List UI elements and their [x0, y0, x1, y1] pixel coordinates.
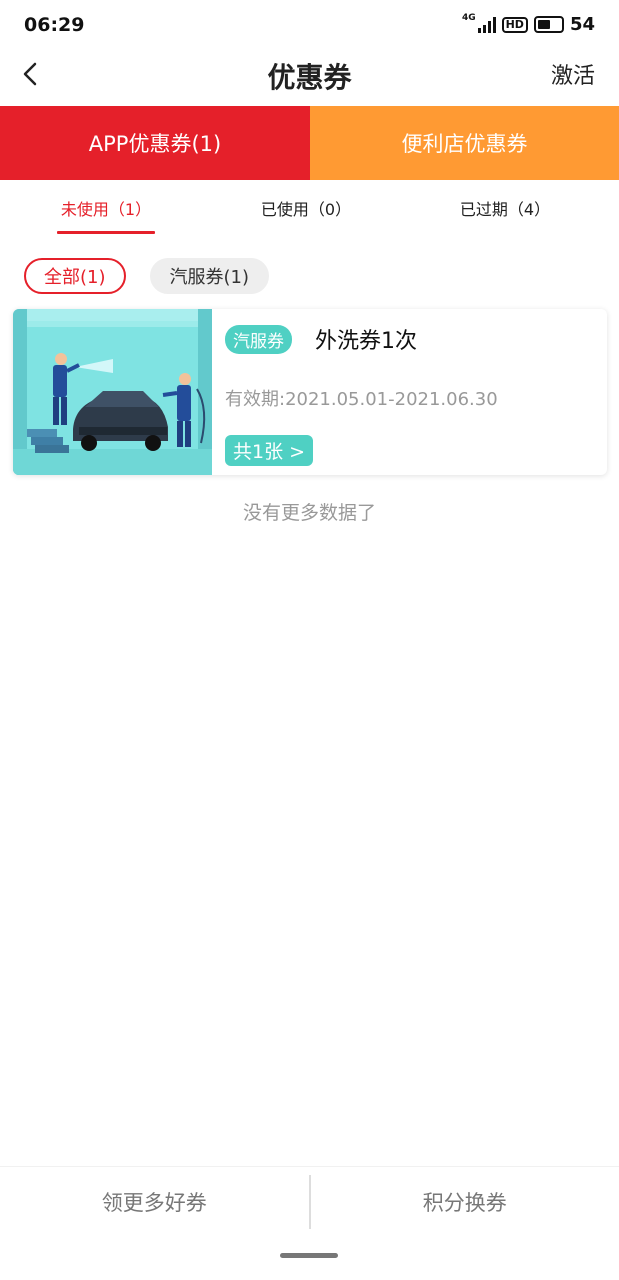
coupon-count-button[interactable]: 共1张 >: [225, 435, 314, 466]
main-tabs: APP优惠券(1) 便利店优惠券: [0, 106, 619, 180]
status-time: 06:29: [24, 14, 85, 36]
network-type: 4G: [461, 13, 476, 23]
tab-unused-label: 未使用（1）: [60, 200, 152, 219]
points-exchange-button[interactable]: 积分换券: [311, 1167, 619, 1237]
coupon-type-badge: 汽服券: [225, 325, 292, 354]
no-more-data-text: 没有更多数据了: [242, 502, 376, 524]
hd-icon: HD: [501, 16, 528, 33]
active-tab-indicator: [57, 231, 155, 234]
tab-used[interactable]: 已使用（0）: [212, 180, 400, 236]
status-icons: 4G HD 54: [461, 13, 595, 36]
tab-unused[interactable]: 未使用（1）: [0, 180, 212, 236]
activate-button[interactable]: 激活: [551, 58, 595, 90]
tab-expired[interactable]: 已过期（4）: [400, 180, 610, 236]
signal-icon: [477, 16, 496, 33]
bottom-action-bar: 领更多好券 积分换券: [0, 1166, 619, 1237]
tab-used-label: 已使用（0）: [260, 200, 352, 219]
status-tabs: 未使用（1） 已使用（0） 已过期（4）: [0, 180, 619, 236]
page-title: 优惠券: [267, 61, 352, 94]
tab-store-coupons[interactable]: 便利店优惠券: [310, 106, 619, 180]
home-indicator[interactable]: [280, 1253, 338, 1258]
coupon-card[interactable]: 汽服券 外洗券1次 有效期:2021.05.01-2021.06.30 共1张 …: [13, 309, 607, 475]
coupon-validity: 有效期:2021.05.01-2021.06.30: [225, 389, 498, 410]
header: 优惠券 激活: [0, 52, 619, 106]
battery-level: 54: [569, 14, 595, 35]
filter-car-service[interactable]: 汽服券(1): [149, 258, 269, 294]
tab-app-coupons[interactable]: APP优惠券(1): [0, 106, 310, 180]
car-wash-illustration: [13, 309, 212, 475]
coupon-name: 外洗券1次: [315, 329, 417, 354]
filter-chips: 全部(1) 汽服券(1): [24, 258, 269, 294]
tab-expired-label: 已过期（4）: [459, 200, 551, 219]
get-more-coupons-button[interactable]: 领更多好券: [0, 1167, 309, 1237]
filter-all[interactable]: 全部(1): [24, 258, 126, 294]
status-bar: 06:29 4G HD 54: [0, 0, 619, 52]
battery-icon: [533, 16, 564, 33]
